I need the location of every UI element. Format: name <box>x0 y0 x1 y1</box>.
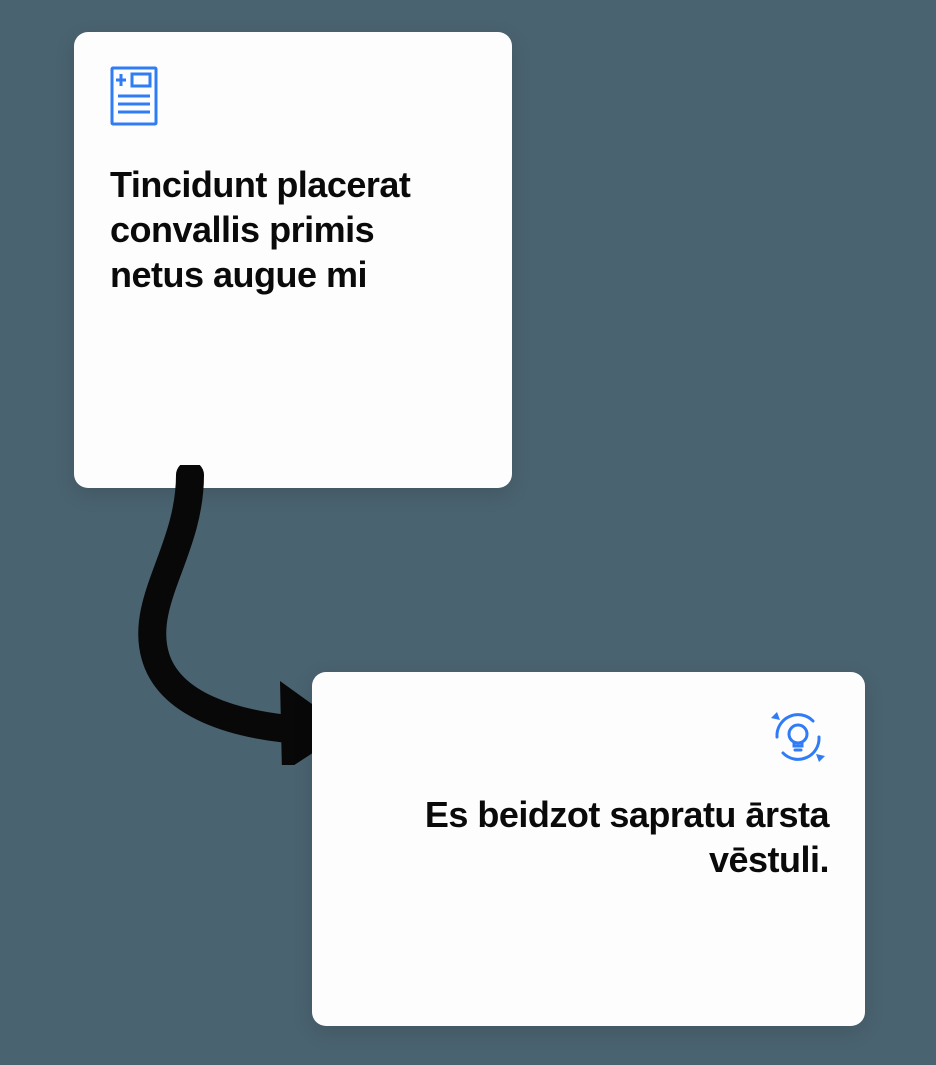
result-card: Es beidzot sapratu ārsta vēstuli. <box>312 672 865 1026</box>
source-card: Tincidunt placerat convallis primis netu… <box>74 32 512 488</box>
idea-refresh-icon <box>348 706 829 768</box>
result-card-title: Es beidzot sapratu ārsta vēstuli. <box>348 792 829 882</box>
source-card-title: Tincidunt placerat convallis primis netu… <box>110 162 476 297</box>
medical-document-icon <box>110 66 476 128</box>
